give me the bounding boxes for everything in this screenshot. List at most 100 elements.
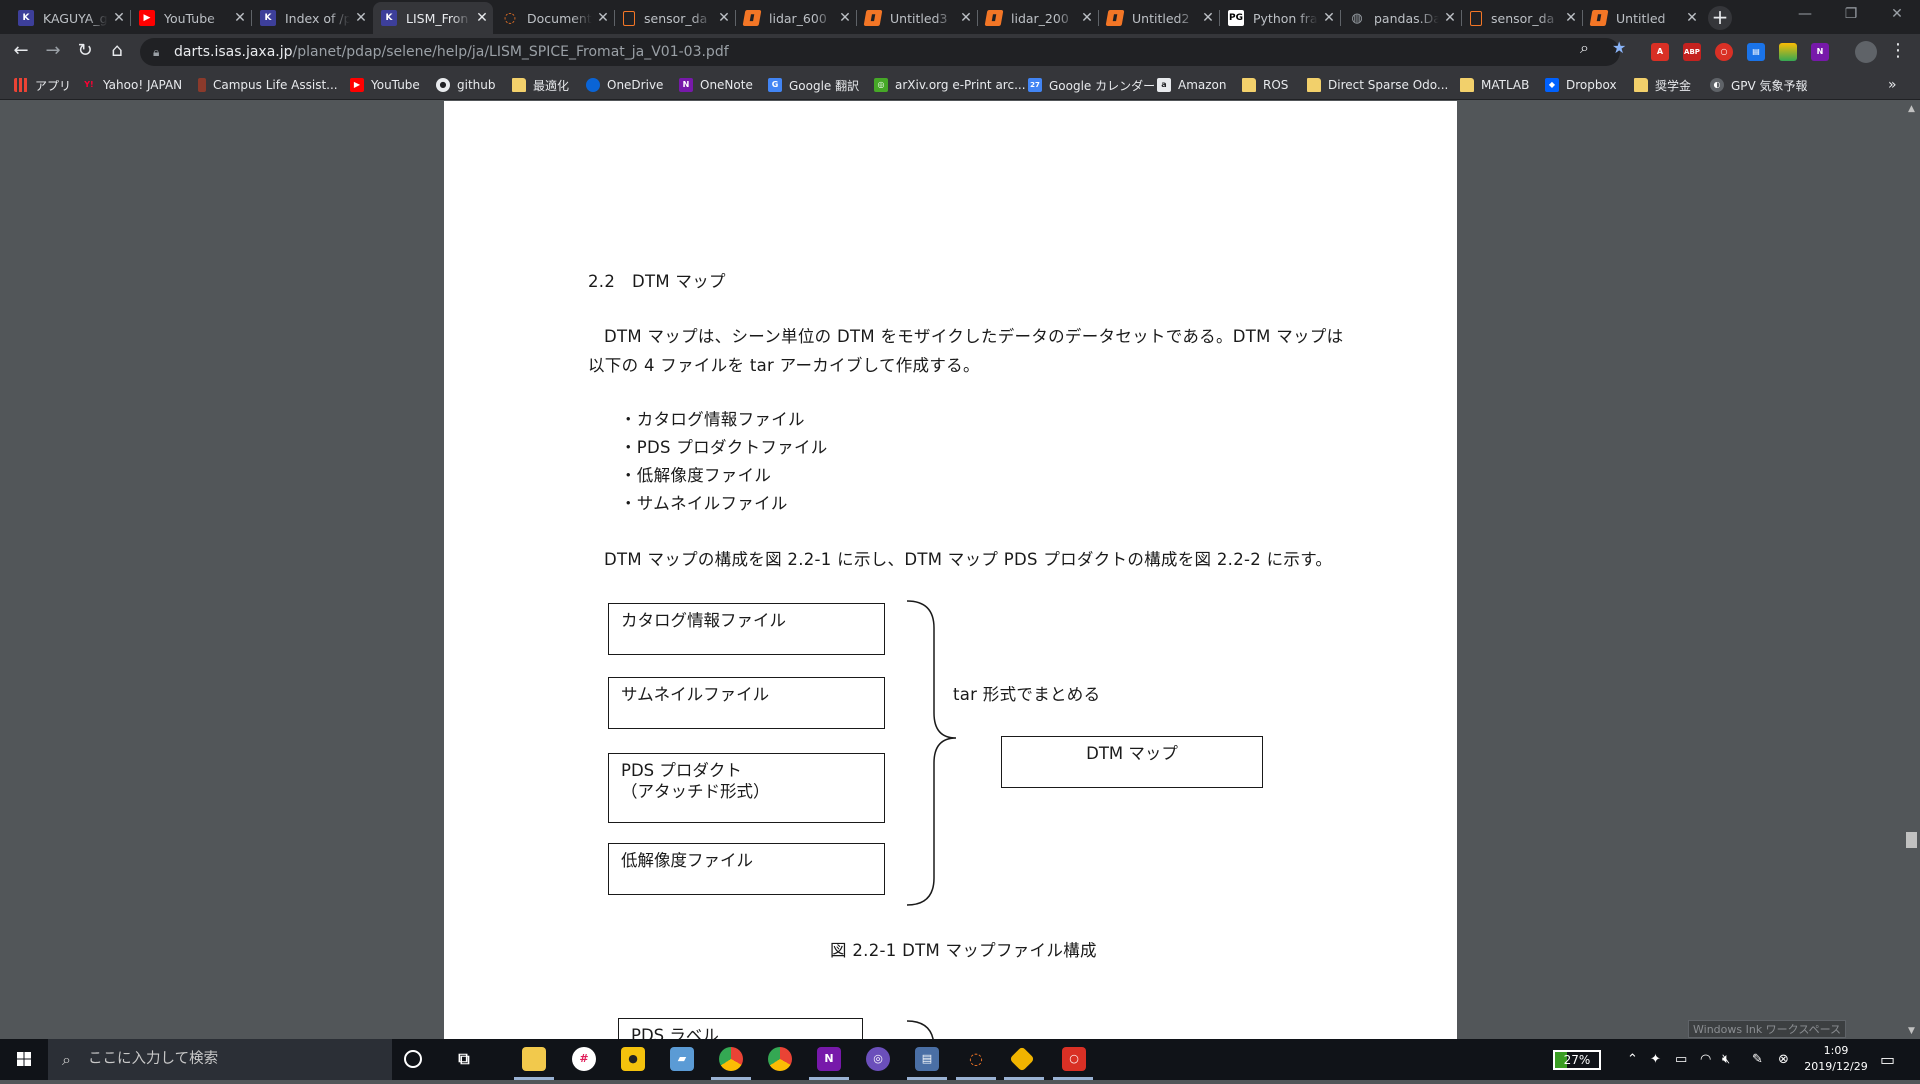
chrome-icon[interactable] [719,1047,743,1071]
bookmarks-overflow-button[interactable]: » [1888,75,1897,95]
slack-icon[interactable]: # [572,1047,596,1071]
close-tab-icon[interactable]: ✕ [955,10,977,26]
bookmark-google-translate[interactable]: G Google 翻訳 [768,75,859,95]
bookmark-github[interactable]: ● github [436,75,495,95]
address-bar[interactable]: 🔒︎ darts.isas.jaxa.jp/planet/pdap/selene… [140,38,1620,66]
tab-kaguya[interactable]: K KAGUYA_g ✕ [10,2,130,34]
bookmark-onedrive[interactable]: OneDrive [586,75,663,95]
home-button[interactable]: ⌂ [105,40,129,64]
chrome-icon[interactable] [768,1047,792,1071]
tab-title: Index of /p [285,10,350,26]
close-tab-icon[interactable]: ✕ [592,10,614,26]
tab-index-of[interactable]: K Index of /p ✕ [252,2,372,34]
tray-chevron-icon[interactable]: ⌃ [1627,1039,1638,1080]
adblock-extension-icon[interactable]: ABP [1683,43,1701,61]
close-tab-icon[interactable]: ✕ [1439,10,1461,26]
tab-title: KAGUYA_g [43,10,108,26]
bookmark-amazon[interactable]: a Amazon [1157,75,1227,95]
wifi-icon[interactable]: ◠ [1700,1039,1711,1080]
close-tab-icon[interactable]: ✕ [713,10,735,26]
tab-sensor-data[interactable]: sensor_da ✕ [615,2,735,34]
volume-muted-icon[interactable]: 🔇︎ [1722,1039,1730,1080]
bookmark-dropbox[interactable]: ◆ Dropbox [1545,75,1617,95]
onenote-icon[interactable]: N [817,1047,841,1071]
tab-document[interactable]: ◌ Document ✕ [494,2,614,34]
pen-icon[interactable]: ✎ [1752,1039,1763,1080]
close-tab-icon[interactable]: ✕ [471,10,493,26]
dropbox-tray-icon[interactable]: ✦ [1650,1039,1661,1080]
bookmark-folder-optimization[interactable]: 最適化 [512,75,569,95]
taskbar-search-input[interactable]: ⌕ ここに入力して検索 [48,1039,392,1080]
tab-python[interactable]: PG Python fra ✕ [1220,2,1340,34]
tab-lism-active[interactable]: K LISM_Fron ✕ [373,2,493,34]
close-tab-icon[interactable]: ✕ [229,10,251,26]
bookmark-gpv-weather[interactable]: ◐ GPV 気象予報 [1710,75,1808,95]
keep-extension-icon[interactable] [1779,43,1797,61]
keep-icon[interactable]: ● [621,1047,645,1071]
file-explorer-icon[interactable] [522,1047,546,1071]
close-tab-icon[interactable]: ✕ [1318,10,1340,26]
forward-button[interactable]: → [41,40,65,64]
clock-time: 1:09 [1823,1044,1849,1057]
cortana-icon[interactable] [404,1050,422,1068]
profile-avatar[interactable] [1855,41,1877,63]
app-icon[interactable] [1009,1046,1035,1072]
bookmark-folder-ros[interactable]: ROS [1242,75,1288,95]
tab-youtube[interactable]: ▶ YouTube ✕ [131,2,251,34]
app-icon[interactable]: ○ [1062,1047,1086,1071]
onenote-extension-icon[interactable]: N [1811,43,1829,61]
tab-lidar-200[interactable]: ▮ lidar_200 ✕ [978,2,1098,34]
clock[interactable]: 1:09 2019/12/29 [1796,1043,1876,1075]
notifications-icon[interactable]: ▭ [1880,1039,1895,1080]
tab-lidar-600[interactable]: ▮ lidar_600 ✕ [736,2,856,34]
bookmark-folder-scholarship[interactable]: 奨学金 [1634,75,1691,95]
reload-button[interactable]: ↻ [73,40,97,64]
bookmark-youtube[interactable]: ▶ YouTube [350,75,420,95]
bookmark-folder-dso[interactable]: Direct Sparse Odo... [1307,75,1448,95]
close-window-button[interactable]: ✕ [1874,0,1920,30]
task-view-icon[interactable]: ⧉ [452,1047,476,1071]
bookmark-folder-matlab[interactable]: MATLAB [1460,75,1529,95]
close-tab-icon[interactable]: ✕ [1197,10,1219,26]
close-tab-icon[interactable]: ✕ [1076,10,1098,26]
bookmark-star-icon[interactable]: ★ [1612,38,1626,57]
app-icon[interactable]: ▤ [915,1047,939,1071]
scrollbar[interactable] [1903,101,1920,1039]
bookmark-apps[interactable]: アプリ [14,75,71,95]
menu-icon[interactable]: ⋮ [1886,40,1910,64]
scroll-up-icon[interactable]: ▲ [1905,104,1918,114]
close-tab-icon[interactable]: ✕ [834,10,856,26]
bookmark-arxiv[interactable]: ◎ arXiv.org e-Print arc... [874,75,1026,95]
acrobat-extension-icon[interactable]: A [1651,43,1669,61]
new-tab-button[interactable]: + [1708,6,1732,30]
tab-pandas[interactable]: ◍ pandas.Da ✕ [1341,2,1461,34]
jupyter-icon[interactable]: ◌ [964,1047,988,1071]
bookmark-google-calendar[interactable]: 27 Google カレンダー [1028,75,1155,95]
bookmark-campus-life[interactable]: Campus Life Assist... [198,75,338,95]
extension-icon[interactable]: ○ [1715,43,1733,61]
tray-icon[interactable]: ⊗ [1778,1039,1789,1080]
close-tab-icon[interactable]: ✕ [1681,10,1703,26]
battery-indicator[interactable]: 27% [1553,1050,1601,1070]
back-button[interactable]: ← [9,40,33,64]
minimize-button[interactable]: — [1782,0,1828,30]
close-tab-icon[interactable]: ✕ [108,10,130,26]
bookmark-onenote[interactable]: N OneNote [679,75,753,95]
start-button[interactable] [0,1039,48,1080]
scroll-down-icon[interactable]: ▼ [1905,1026,1918,1036]
close-tab-icon[interactable]: ✕ [1560,10,1582,26]
scrollbar-thumb[interactable] [1906,832,1917,848]
app-icon[interactable]: ◎ [866,1047,890,1071]
tab-untitled2[interactable]: ▮ Untitled2 ✕ [1099,2,1219,34]
zoom-icon[interactable]: ⌕ [1580,38,1589,58]
restore-button[interactable]: ❐ [1828,0,1874,30]
bookmark-yahoo[interactable]: Y! Yahoo! JAPAN [82,75,182,95]
close-tab-icon[interactable]: ✕ [350,10,372,26]
calendar-extension-icon[interactable]: ▤ [1747,43,1765,61]
app-icon[interactable]: ▰ [670,1047,694,1071]
tab-untitled[interactable]: ▮ Untitled ✕ [1583,2,1703,34]
tab-sensor-data-2[interactable]: sensor_da ✕ [1462,2,1582,34]
curly-brace [906,600,957,906]
battery-tray-icon[interactable]: ▭ [1675,1039,1687,1080]
tab-untitled3[interactable]: ▮ Untitled3 ✕ [857,2,977,34]
